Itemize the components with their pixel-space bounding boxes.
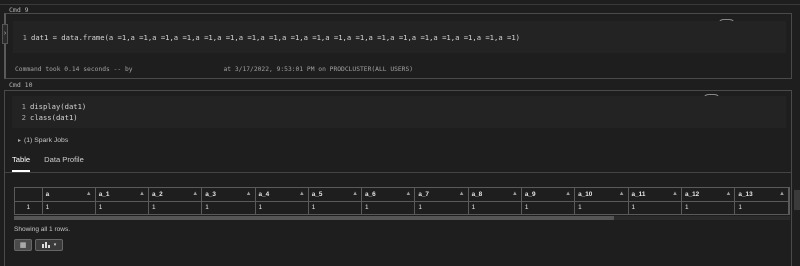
column-header-label: a_4 xyxy=(258,190,270,198)
result-table-container[interactable]: a ▲ a_1 ▲ a_2 ▲ a_3 ▲ a_4 ▲ a_5 ▲ a_6 ▲ a_7 ▲ a_8 ▲ a_9 ▲ a_… xyxy=(14,187,790,215)
table-cell: 1 xyxy=(681,201,736,214)
cell-gutter-handle[interactable]: › xyxy=(2,24,8,44)
column-header-label: a_3 xyxy=(205,190,216,198)
column-header-label: a_10 xyxy=(578,190,593,198)
result-tabs: Table Data Profile xyxy=(12,155,84,172)
table-row: 1 11111111111111 xyxy=(15,201,789,214)
table-view-button[interactable]: ▦ xyxy=(14,239,32,251)
notebook-cell-cmd-10[interactable]: R ▶▾ ⌄ − ✕ 1 display(dat1) 2 class(dat1)… xyxy=(4,90,792,266)
column-header[interactable]: a ▲ xyxy=(42,188,96,202)
column-header-label: a_13 xyxy=(738,190,753,198)
column-header[interactable]: a_4 ▲ xyxy=(255,188,309,202)
column-header-label: a_7 xyxy=(418,190,429,198)
column-header-label: a_1 xyxy=(98,190,110,198)
column-header[interactable]: a_1 ▲ xyxy=(95,188,149,202)
table-cell: 1 xyxy=(95,201,149,214)
table-cell: 1 xyxy=(574,201,629,214)
previous-cell-edge xyxy=(0,0,800,5)
column-header-label: a_9 xyxy=(524,190,536,198)
command-footer: Command took 0.14 seconds -- by at 3/17/… xyxy=(15,66,414,73)
table-cell: 1 xyxy=(734,201,789,214)
column-header-label: a_6 xyxy=(365,190,376,198)
column-header-label: a_11 xyxy=(631,190,646,198)
table-icon: ▦ xyxy=(19,242,27,249)
notebook-cell-cmd-9[interactable]: › R ▶▾ ⌄ − ✕ 1 dat1 = data.frame(a =1,a … xyxy=(2,13,792,79)
spark-jobs-toggle[interactable]: ▸ (1) Spark Jobs xyxy=(18,137,68,144)
index-header xyxy=(15,188,43,202)
column-header[interactable]: a_13 ▲ xyxy=(734,188,789,202)
sort-icon[interactable]: ▲ xyxy=(352,191,358,197)
sort-icon[interactable]: ▲ xyxy=(139,191,145,197)
scrollbar-thumb[interactable] xyxy=(14,216,614,220)
code-line[interactable]: display(dat1) xyxy=(30,102,86,111)
line-number: 1 xyxy=(22,33,27,42)
sort-icon[interactable]: ▲ xyxy=(619,191,625,197)
tab-table[interactable]: Table xyxy=(12,155,31,172)
sort-icon[interactable]: ▲ xyxy=(86,191,92,197)
table-cell: 1 xyxy=(201,201,256,214)
result-table: a ▲ a_1 ▲ a_2 ▲ a_3 ▲ a_4 ▲ a_5 ▲ a_6 ▲ a_7 ▲ a_8 ▲ a_9 ▲ a_… xyxy=(15,188,789,214)
horizontal-scrollbar[interactable] xyxy=(14,216,790,220)
tab-data-profile[interactable]: Data Profile xyxy=(44,155,84,172)
column-header[interactable]: a_9 ▲ xyxy=(521,188,576,202)
line-number: 2 xyxy=(21,113,26,122)
sort-icon[interactable]: ▲ xyxy=(459,191,465,197)
sort-icon[interactable]: ▲ xyxy=(565,191,571,197)
sort-icon[interactable]: ▲ xyxy=(299,191,305,197)
cell-label-cmd-10: Cmd 10 xyxy=(9,81,33,89)
column-header[interactable]: a_6 ▲ xyxy=(361,188,416,202)
bar-chart-icon xyxy=(41,241,51,250)
column-header-label: a_12 xyxy=(684,190,700,198)
chevron-down-icon: ▾ xyxy=(53,242,57,248)
column-header-label: a_8 xyxy=(471,190,483,198)
column-header[interactable]: a_2 ▲ xyxy=(148,188,203,202)
sort-icon[interactable]: ▲ xyxy=(512,191,518,197)
tabs-divider xyxy=(5,172,791,173)
table-cell: 1 xyxy=(148,201,203,214)
code-editor[interactable]: 1 display(dat1) 2 class(dat1) xyxy=(12,96,786,128)
table-cell: 1 xyxy=(255,201,309,214)
column-header[interactable]: a_3 ▲ xyxy=(201,188,256,202)
column-header[interactable]: a_8 ▲ xyxy=(468,188,522,202)
sort-icon[interactable]: ▲ xyxy=(725,191,731,197)
spark-jobs-label: (1) Spark Jobs xyxy=(24,137,69,144)
line-number: 1 xyxy=(21,102,26,111)
caret-right-icon: ▸ xyxy=(18,138,22,144)
sort-icon[interactable]: ▲ xyxy=(192,191,198,197)
sort-icon[interactable]: ▲ xyxy=(779,191,785,197)
table-cell: 1 xyxy=(42,201,96,214)
table-cell: 1 xyxy=(521,201,576,214)
table-cell: 1 xyxy=(308,201,363,214)
sort-icon[interactable]: ▲ xyxy=(405,191,411,197)
table-cell: 1 xyxy=(468,201,522,214)
column-header[interactable]: a_12 ▲ xyxy=(681,188,736,202)
table-cell: 1 xyxy=(628,201,682,214)
row-count-text: Showing all 1 rows. xyxy=(14,226,70,233)
column-header[interactable]: a_11 ▲ xyxy=(628,188,682,202)
column-header-label: a xyxy=(45,190,50,198)
table-header-row: a ▲ a_1 ▲ a_2 ▲ a_3 ▲ a_4 ▲ a_5 ▲ a_6 ▲ a_7 ▲ a_8 ▲ a_9 ▲ a_… xyxy=(15,188,789,202)
page-scrollbar[interactable] xyxy=(794,190,800,210)
code-line[interactable]: dat1 = data.frame(a =1,a =1,a =1,a =1,a … xyxy=(31,33,520,42)
sort-icon[interactable]: ▲ xyxy=(246,191,252,197)
row-index: 1 xyxy=(15,201,43,214)
table-cell: 1 xyxy=(361,201,416,214)
sort-icon[interactable]: ▲ xyxy=(672,191,678,197)
code-editor[interactable]: 1 dat1 = data.frame(a =1,a =1,a =1,a =1,… xyxy=(13,21,786,53)
column-header-label: a_2 xyxy=(151,190,163,198)
code-line[interactable]: class(dat1) xyxy=(30,113,78,122)
column-header-label: a_5 xyxy=(311,190,323,198)
column-header[interactable]: a_10 ▲ xyxy=(574,188,629,202)
chart-view-button[interactable]: ▾ xyxy=(35,239,63,251)
table-cell: 1 xyxy=(414,201,469,214)
display-type-buttons: ▦ ▾ xyxy=(14,239,63,251)
column-header[interactable]: a_7 ▲ xyxy=(414,188,469,202)
column-header[interactable]: a_5 ▲ xyxy=(308,188,363,202)
